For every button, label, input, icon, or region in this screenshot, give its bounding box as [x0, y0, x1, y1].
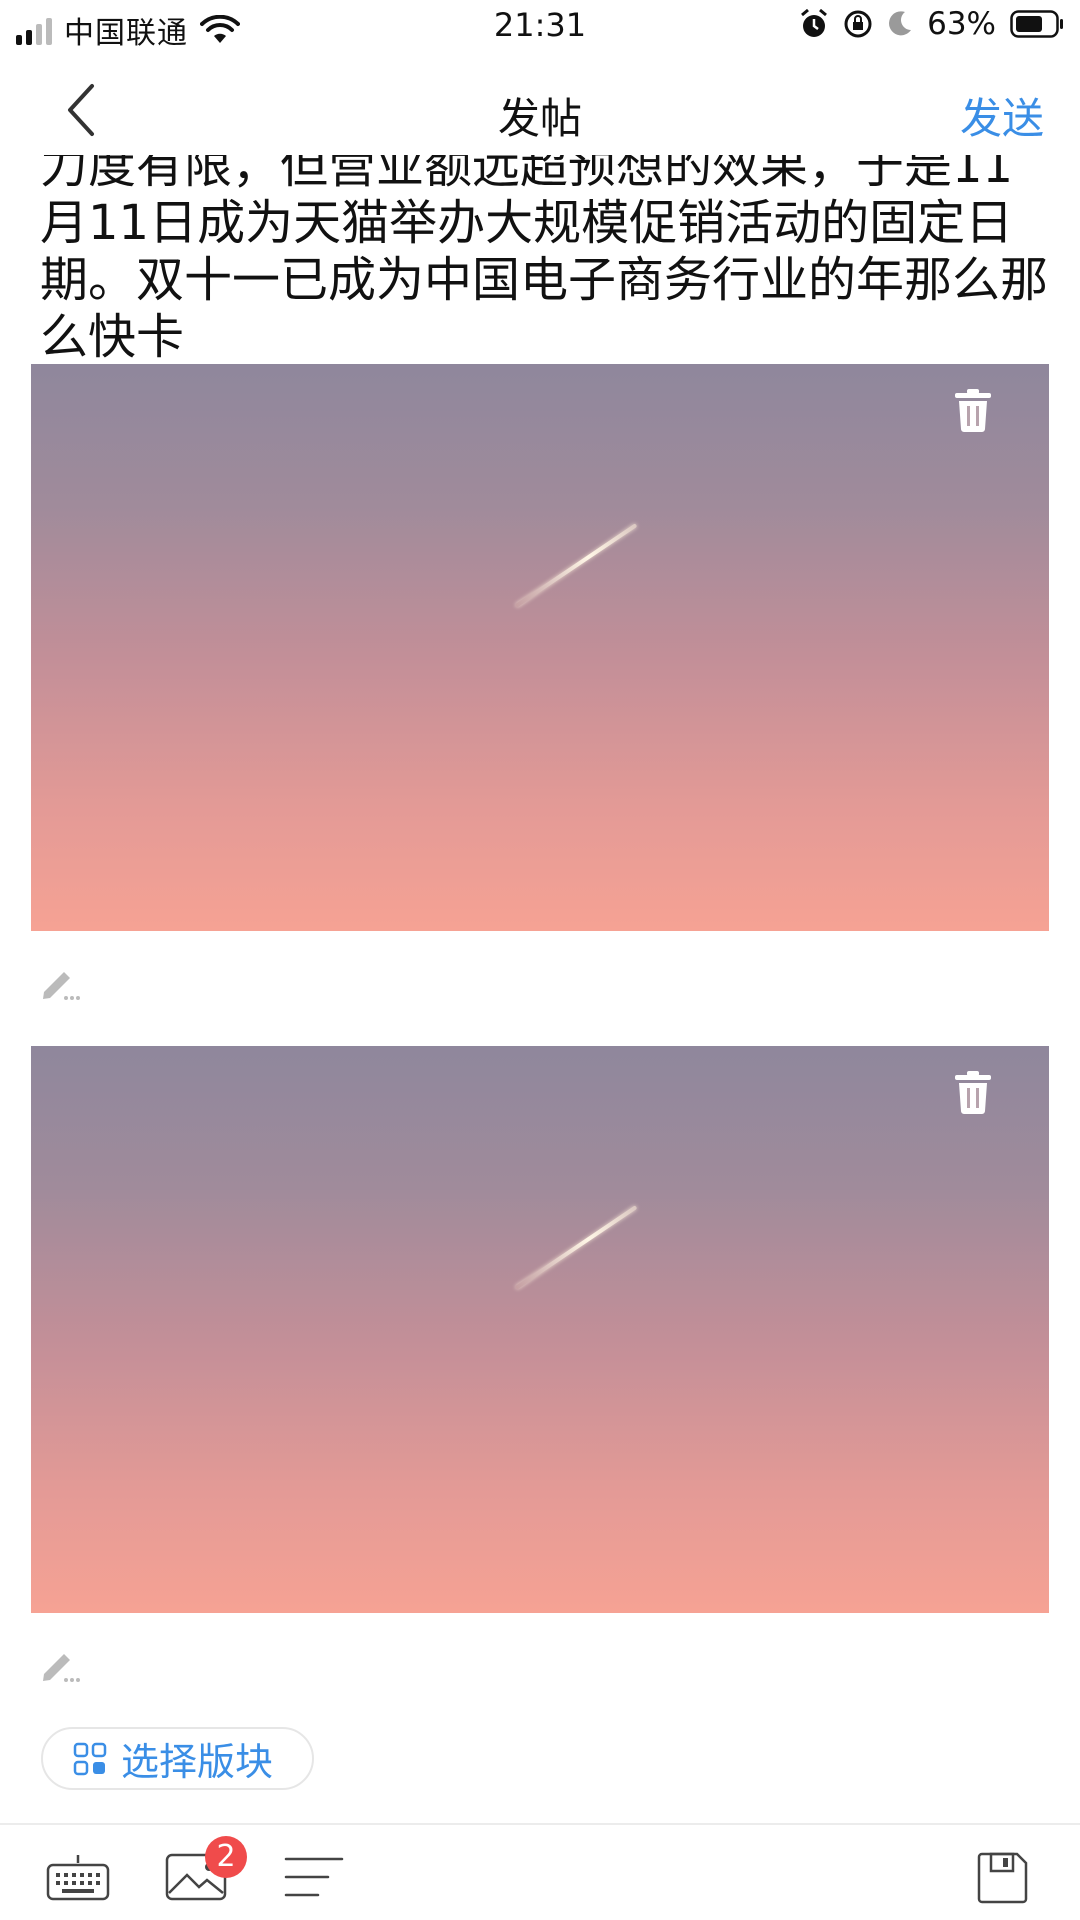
battery-percent: 63% [927, 6, 996, 42]
contrail [514, 523, 638, 608]
nav-bar: 发帖 发送 [0, 52, 1080, 167]
bottom-toolbar [0, 1823, 1080, 1920]
save-icon[interactable] [975, 1851, 1029, 1905]
format-icon[interactable] [284, 1855, 344, 1899]
edit-caption-icon[interactable] [40, 1644, 80, 1684]
select-section-button[interactable]: 选择版块 [41, 1727, 314, 1790]
trash-icon[interactable] [953, 1070, 993, 1114]
post-editor-screen: 中国联通 21:31 63% 发帖 发送 力度有限，但营业额远超预想的效果，于是… [0, 0, 1080, 1920]
select-section-label: 选择版块 [121, 1740, 274, 1784]
keyboard-icon[interactable] [46, 1853, 110, 1903]
post-text-area[interactable]: 力度有限，但营业额远超预想的效果，于是11月11日成为天猫举办大规模促销活动的固… [0, 155, 1080, 363]
page-title: 发帖 [497, 94, 582, 143]
alarm-icon [801, 8, 828, 37]
trash-icon[interactable] [953, 388, 993, 432]
attached-image-1[interactable] [31, 364, 1049, 931]
moon-icon [889, 11, 912, 36]
post-body-text: 力度有限，但营业额远超预想的效果，于是11月11日成为天猫举办大规模促销活动的固… [40, 155, 1049, 363]
contrail [514, 1205, 638, 1290]
status-bar: 中国联通 21:31 63% [0, 0, 1080, 52]
image-count-badge: 2 [205, 1836, 247, 1878]
grid-icon [73, 1742, 107, 1775]
rotation-lock-icon [844, 10, 872, 38]
battery-icon [1010, 10, 1063, 38]
attached-image-2[interactable] [31, 1046, 1049, 1613]
send-button[interactable]: 发送 [960, 85, 1044, 146]
edit-caption-icon[interactable] [40, 962, 80, 1002]
